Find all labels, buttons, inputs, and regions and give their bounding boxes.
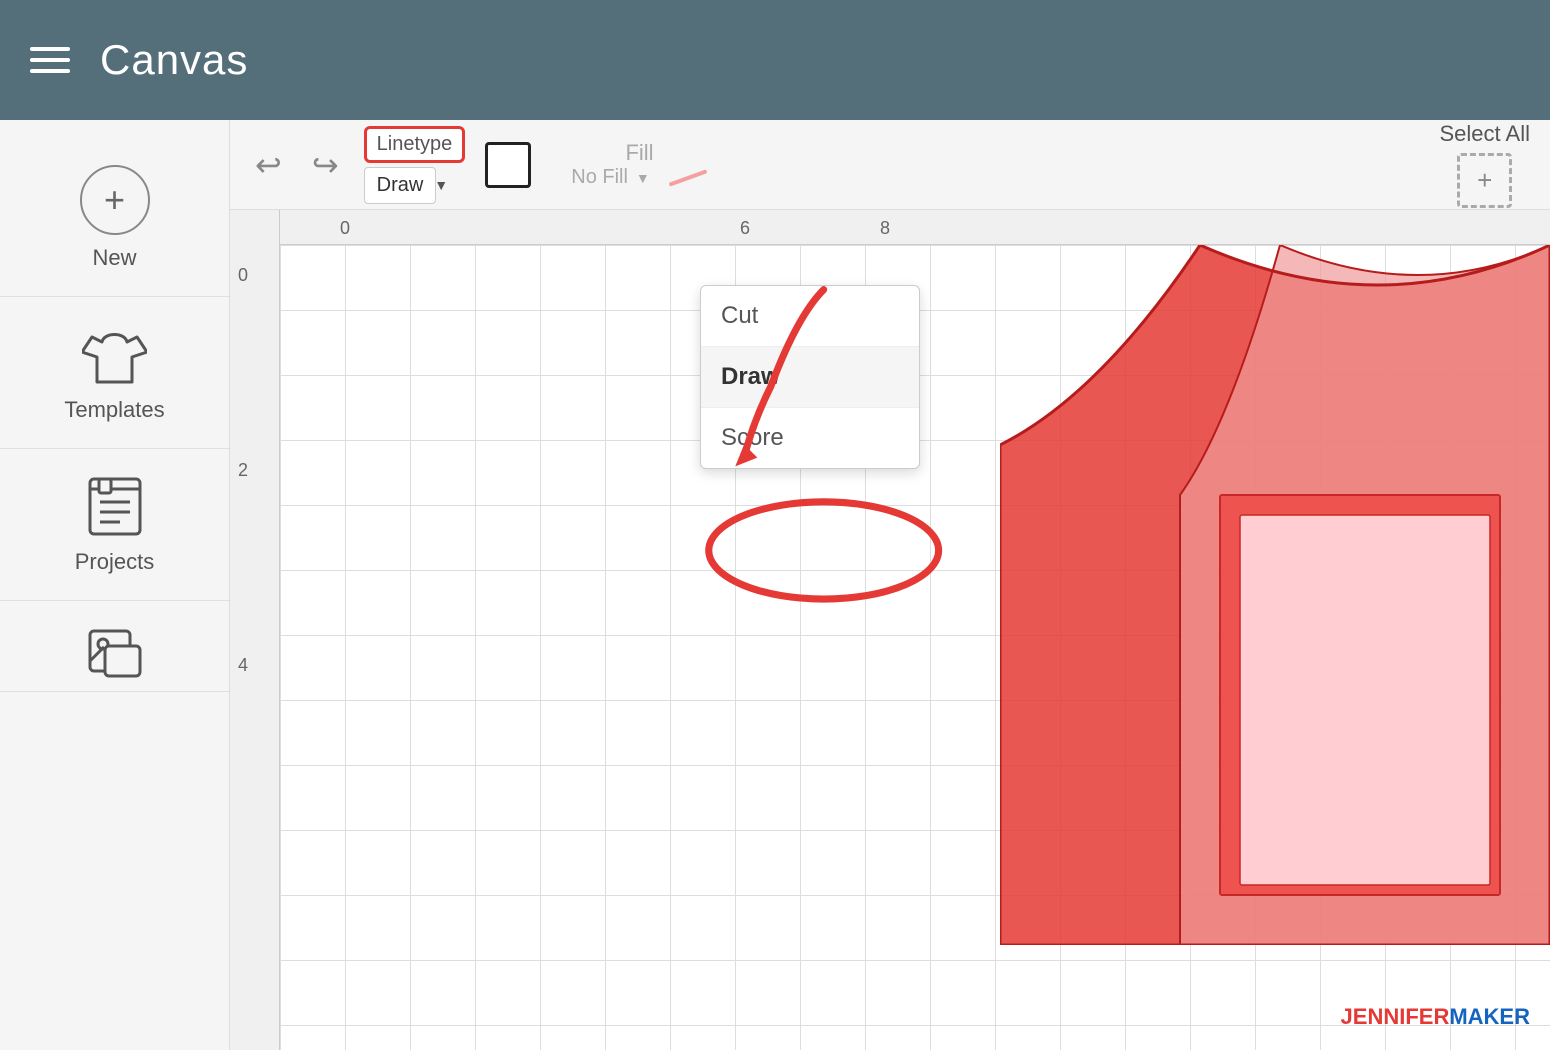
app-title: Canvas	[100, 36, 248, 84]
sidebar-item-images[interactable]	[0, 601, 229, 692]
no-fill-chevron-icon: ▼	[636, 170, 650, 186]
canvas-red-shape	[1000, 245, 1550, 945]
dropdown-item-score[interactable]: Score	[701, 408, 919, 468]
linetype-section: Linetype Draw ▼	[364, 126, 466, 204]
linetype-label: Linetype	[364, 126, 466, 163]
ruler-mark-v-0: 0	[238, 265, 248, 286]
sidebar-item-new[interactable]: + New	[0, 140, 229, 297]
linetype-select[interactable]: Draw	[364, 167, 437, 204]
dropdown-item-draw[interactable]: Draw	[701, 347, 919, 408]
projects-icon	[85, 474, 145, 539]
ruler-left: 0 2 4	[230, 210, 280, 1050]
sidebar-item-new-label: New	[92, 245, 136, 271]
ruler-top: 0 6 8	[230, 210, 1550, 245]
canvas-area: ↩ ↪ Linetype Draw ▼ Fill No Fill ▼	[230, 120, 1550, 1050]
ruler-mark-6: 6	[740, 218, 750, 239]
watermark-jennifer: JENNIFER	[1341, 1004, 1450, 1029]
fill-line-indicator	[668, 169, 707, 186]
main-layout: + New Templates Projects	[0, 120, 1550, 1050]
header: Canvas	[0, 0, 1550, 120]
select-all-label: Select All	[1440, 121, 1531, 147]
linetype-dropdown[interactable]: Draw ▼	[364, 167, 466, 204]
linetype-dropdown-popup: Cut Draw Score	[700, 285, 920, 469]
fill-square	[485, 142, 531, 188]
ruler-mark-v-4: 4	[238, 655, 248, 676]
plus-icon: +	[80, 165, 150, 235]
images-icon	[85, 626, 145, 681]
select-all-button[interactable]: +	[1457, 153, 1512, 208]
chevron-down-icon: ▼	[434, 177, 448, 193]
sidebar-item-templates-label: Templates	[64, 397, 164, 423]
menu-button[interactable]	[30, 47, 70, 73]
no-fill-section[interactable]: No Fill ▼	[571, 166, 708, 189]
redo-button[interactable]: ↪	[307, 141, 344, 189]
ruler-mark-v-2: 2	[238, 460, 248, 481]
sidebar: + New Templates Projects	[0, 120, 230, 1050]
select-all-section: Select All +	[1440, 121, 1531, 208]
red-shape-svg	[1000, 245, 1550, 945]
sidebar-item-projects[interactable]: Projects	[0, 449, 229, 601]
watermark: JENNIFERMAKER	[1341, 1004, 1530, 1030]
grid-canvas: 0 6 8 0 2 4	[230, 210, 1550, 1050]
fill-label: Fill	[625, 140, 653, 166]
dropdown-item-cut[interactable]: Cut	[701, 286, 919, 347]
sidebar-item-projects-label: Projects	[75, 549, 154, 575]
tshirt-icon	[82, 322, 147, 387]
undo-button[interactable]: ↩	[250, 141, 287, 189]
sidebar-item-templates[interactable]: Templates	[0, 297, 229, 449]
ruler-mark-0: 0	[340, 218, 350, 239]
select-all-plus-icon: +	[1477, 165, 1492, 196]
ruler-mark-8: 8	[880, 218, 890, 239]
no-fill-label: No Fill	[571, 166, 628, 189]
watermark-maker: MAKER	[1449, 1004, 1530, 1029]
toolbar: ↩ ↪ Linetype Draw ▼ Fill No Fill ▼	[230, 120, 1550, 210]
